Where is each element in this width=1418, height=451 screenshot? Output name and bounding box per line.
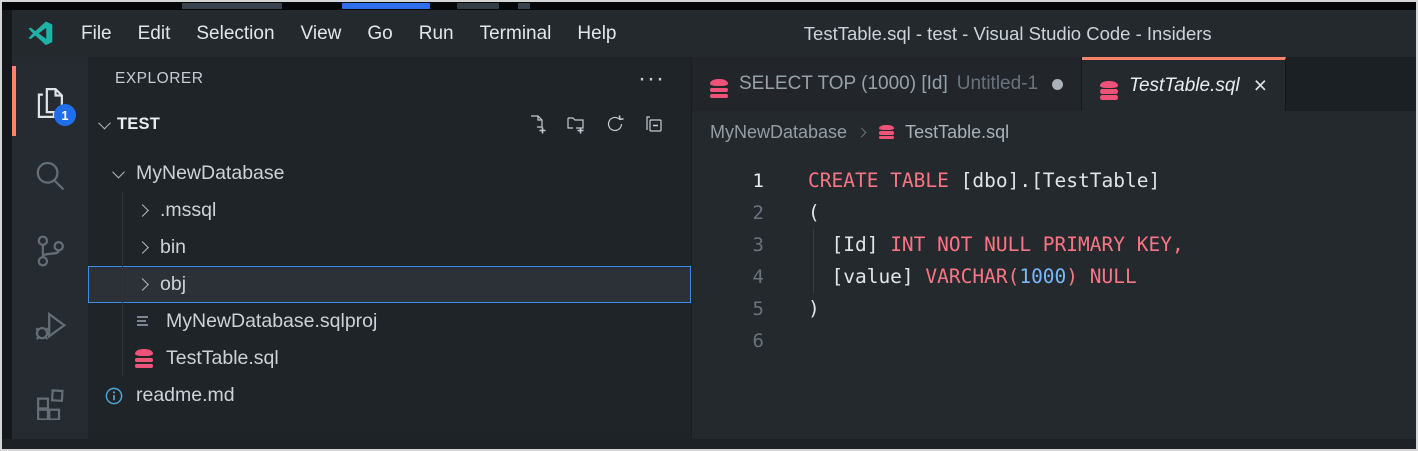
info-icon: [104, 386, 124, 406]
menu-file[interactable]: File: [68, 10, 125, 57]
menu-edit[interactable]: Edit: [125, 10, 184, 57]
line-number: 5: [692, 293, 764, 325]
chevron-right-icon: [136, 241, 149, 254]
chevron-right-icon: [136, 204, 149, 217]
new-file-icon[interactable]: [526, 113, 548, 135]
database-icon: [134, 349, 154, 368]
background-artifact: [457, 3, 499, 9]
debug-icon: [31, 307, 69, 345]
tree-item-sqlproj[interactable]: MyNewDatabase.sqlproj: [88, 303, 691, 340]
chevron-down-icon: [112, 166, 125, 179]
window-left-edge: [2, 10, 12, 439]
menu-terminal[interactable]: Terminal: [467, 10, 565, 57]
tab-bar: SELECT TOP (1000) [Id] Untitled-1 TestTa…: [692, 57, 1416, 111]
screenshot-frame: File Edit Selection View Go Run Terminal…: [0, 0, 1418, 451]
tree-item-label: readme.md: [136, 384, 235, 407]
vscode-window: File Edit Selection View Go Run Terminal…: [12, 10, 1416, 439]
line-number: 3: [692, 229, 764, 261]
activity-bar: 1: [12, 57, 88, 439]
tree-item-label: bin: [160, 236, 186, 259]
line-number: 6: [692, 325, 764, 357]
tree-item-bin[interactable]: bin: [88, 229, 691, 266]
explorer-sidebar: EXPLORER ··· TEST: [88, 57, 692, 439]
tree-item-label: MyNewDatabase: [136, 162, 284, 185]
menu-selection[interactable]: Selection: [183, 10, 287, 57]
tree-item-label: TestTable.sql: [166, 347, 279, 370]
database-icon: [1100, 72, 1118, 100]
search-icon: [31, 157, 69, 195]
tree-item-readme[interactable]: readme.md: [88, 377, 691, 414]
activity-search-button[interactable]: [12, 138, 88, 213]
chevron-right-icon: [136, 278, 149, 291]
code-line-4[interactable]: 4 [value] VARCHAR(1000) NULL: [692, 261, 1416, 293]
tab-label: TestTable.sql: [1129, 75, 1240, 97]
code-indent-guide: [813, 229, 814, 293]
activity-source-control-button[interactable]: [12, 213, 88, 288]
tree-item-label: .mssql: [160, 199, 216, 222]
line-number: 1: [692, 165, 764, 197]
activity-run-debug-button[interactable]: [12, 289, 88, 364]
code-line-6[interactable]: 6: [692, 325, 1416, 357]
menu-go[interactable]: Go: [354, 10, 405, 57]
tab-label: SELECT TOP (1000) [Id]: [739, 73, 948, 95]
tree-item-testtable-sql[interactable]: TestTable.sql: [88, 340, 691, 377]
database-icon: [876, 125, 896, 140]
background-artifact: [518, 3, 530, 9]
new-folder-icon[interactable]: [565, 113, 587, 135]
menu-run[interactable]: Run: [406, 10, 467, 57]
chevron-down-icon: [98, 116, 111, 129]
explorer-badge: 1: [54, 104, 76, 126]
database-icon: [710, 70, 728, 98]
chevron-right-icon: [857, 127, 867, 137]
section-actions: [526, 113, 665, 135]
window-title: TestTable.sql - test - Visual Studio Cod…: [630, 23, 1417, 45]
activity-extensions-button[interactable]: [12, 364, 88, 439]
workspace-name: TEST: [117, 115, 160, 134]
code-line-3[interactable]: 3 [Id] INT NOT NULL PRIMARY KEY,: [692, 229, 1416, 261]
collapse-all-icon[interactable]: [643, 113, 665, 135]
close-icon[interactable]: ×: [1254, 74, 1267, 97]
explorer-section-test[interactable]: TEST: [88, 101, 691, 147]
tree-item-label: obj: [160, 273, 186, 296]
file-tree: MyNewDatabase .mssql bin obj: [88, 155, 691, 414]
explorer-title: EXPLORER: [115, 70, 203, 88]
indent-guide: [122, 192, 123, 377]
tree-item-obj[interactable]: obj: [88, 266, 691, 303]
tree-item-label: MyNewDatabase.sqlproj: [166, 310, 377, 333]
background-window-strip: [2, 2, 1416, 10]
extensions-icon: [31, 382, 69, 420]
background-window-strip-bottom: [2, 439, 1416, 449]
code-line-5[interactable]: 5 ): [692, 293, 1416, 325]
menubar: File Edit Selection View Go Run Terminal…: [68, 10, 630, 57]
dirty-indicator-icon[interactable]: [1052, 79, 1063, 90]
code-line-2[interactable]: 2 (: [692, 197, 1416, 229]
background-artifact-blue: [342, 3, 430, 9]
code-line-1[interactable]: 1 CREATE TABLE [dbo].[TestTable]: [692, 165, 1416, 197]
tree-item-mssql[interactable]: .mssql: [88, 192, 691, 229]
breadcrumb-folder[interactable]: MyNewDatabase: [710, 122, 847, 143]
more-actions-icon[interactable]: ···: [638, 74, 665, 84]
title-bar: File Edit Selection View Go Run Terminal…: [12, 10, 1416, 57]
background-artifact: [182, 3, 282, 9]
tab-testtable-sql[interactable]: TestTable.sql ×: [1082, 57, 1286, 111]
activity-explorer-button[interactable]: 1: [12, 63, 88, 138]
code-editor[interactable]: 1 CREATE TABLE [dbo].[TestTable] 2 ( 3 […: [692, 153, 1416, 439]
vscode-insiders-logo-icon: [12, 20, 68, 47]
line-number: 4: [692, 261, 764, 293]
sqlproj-file-icon: [134, 314, 154, 330]
refresh-icon[interactable]: [604, 113, 626, 135]
tab-untitled-1[interactable]: SELECT TOP (1000) [Id] Untitled-1: [692, 57, 1082, 111]
git-branch-icon: [31, 232, 69, 270]
menu-help[interactable]: Help: [564, 10, 629, 57]
editor-group: SELECT TOP (1000) [Id] Untitled-1 TestTa…: [692, 57, 1416, 439]
tree-item-mynewdatabase[interactable]: MyNewDatabase: [88, 155, 691, 192]
line-number: 2: [692, 197, 764, 229]
menu-view[interactable]: View: [288, 10, 355, 57]
tab-detail: Untitled-1: [957, 73, 1038, 95]
breadcrumb: MyNewDatabase TestTable.sql: [692, 111, 1416, 153]
breadcrumb-file[interactable]: TestTable.sql: [905, 122, 1009, 143]
